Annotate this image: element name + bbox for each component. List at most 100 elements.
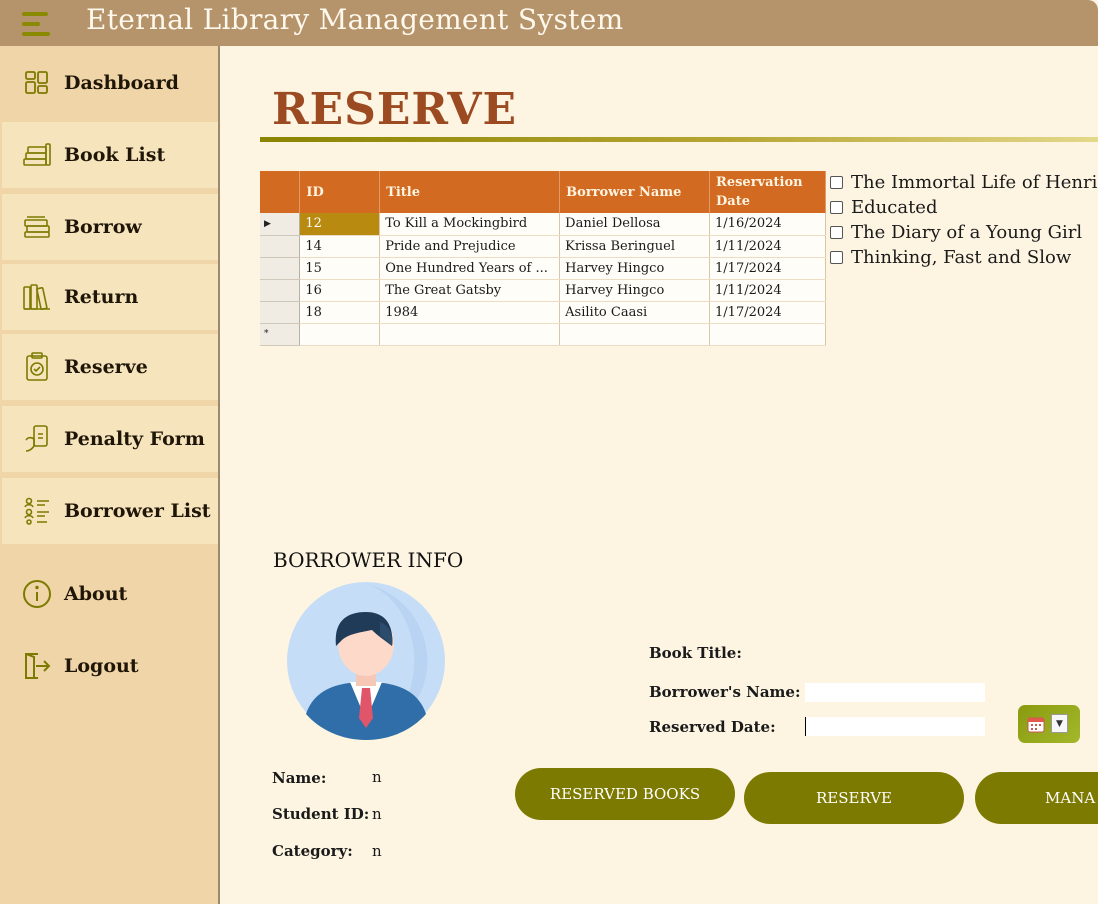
checklist-item-label: Educated xyxy=(851,197,938,218)
hamburger-menu-icon[interactable] xyxy=(22,11,52,37)
grid-cell[interactable]: Harvey Hingco xyxy=(559,257,711,280)
sidebar-item-borrow[interactable]: Borrow xyxy=(2,194,218,260)
info-icon xyxy=(22,579,52,609)
new-row[interactable]: * xyxy=(260,323,826,346)
grid-cell[interactable]: 14 xyxy=(299,235,381,258)
grid-cell[interactable]: Pride and Prejudice xyxy=(379,235,561,258)
row-header[interactable] xyxy=(260,257,301,280)
sidebar-item-borrower-list[interactable]: Borrower List xyxy=(2,478,218,544)
sidebar-item-logout[interactable]: Logout xyxy=(2,633,218,699)
grid-cell[interactable]: 1/17/2024 xyxy=(709,257,826,280)
avatar xyxy=(284,582,448,740)
table-row[interactable]: 14 Pride and Prejudice Krissa Beringuel … xyxy=(260,235,826,258)
table-row[interactable]: 16 The Great Gatsby Harvey Hingco 1/11/2… xyxy=(260,279,826,302)
grid-cell[interactable] xyxy=(559,323,711,346)
borrower-info-title: BORROWER INFO xyxy=(273,548,464,572)
table-row[interactable]: 18 1984 Asilito Caasi 1/17/2024 xyxy=(260,301,826,324)
student-id-label: Student ID: xyxy=(272,805,370,823)
current-row-indicator-icon[interactable]: ▶ xyxy=(260,213,301,236)
checkbox[interactable] xyxy=(830,226,843,239)
checklist-item[interactable]: The Immortal Life of Henriet xyxy=(830,170,1098,195)
checkbox[interactable] xyxy=(830,176,843,189)
reserved-date-label: Reserved Date: xyxy=(649,718,776,736)
book-stack-icon xyxy=(22,140,52,170)
name-value: n xyxy=(372,768,382,786)
grid-cell[interactable] xyxy=(709,323,826,346)
grid-cell[interactable]: 15 xyxy=(299,257,381,280)
grid-cell[interactable]: 12 xyxy=(299,213,381,236)
grid-cell[interactable]: Asilito Caasi xyxy=(559,301,711,324)
borrower-name-label: Borrower's Name: xyxy=(649,683,801,701)
checkbox[interactable] xyxy=(830,251,843,264)
checklist-item[interactable]: The Diary of a Young Girl xyxy=(830,220,1098,245)
sidebar-item-label: Borrower List xyxy=(64,500,211,522)
table-row[interactable]: 15 One Hundred Years of ... Harvey Hingc… xyxy=(260,257,826,280)
sidebar-item-label: Reserve xyxy=(64,356,148,378)
reservations-grid[interactable]: ID Title Borrower Name Reservation Date … xyxy=(260,171,826,346)
sidebar-item-label: Return xyxy=(64,286,139,308)
column-header-reservation-date[interactable]: Reservation Date xyxy=(709,171,826,213)
grid-cell[interactable]: Daniel Dellosa xyxy=(559,213,711,236)
book-title-label: Book Title: xyxy=(649,644,742,662)
grid-cell[interactable]: One Hundred Years of ... xyxy=(379,257,561,280)
grid-cell[interactable]: 1/11/2024 xyxy=(709,279,826,302)
checklist-item-label: Thinking, Fast and Slow xyxy=(851,247,1072,268)
row-header[interactable] xyxy=(260,301,301,324)
category-value: n xyxy=(372,842,382,860)
category-label: Category: xyxy=(272,842,353,860)
grid-cell[interactable]: 1/17/2024 xyxy=(709,301,826,324)
grid-cell[interactable]: Harvey Hingco xyxy=(559,279,711,302)
grid-cell[interactable]: The Great Gatsby xyxy=(379,279,561,302)
grid-cell[interactable]: To Kill a Mockingbird xyxy=(379,213,561,236)
sidebar-item-dashboard[interactable]: Dashboard xyxy=(2,50,218,116)
table-row[interactable]: ▶ 12 To Kill a Mockingbird Daniel Dellos… xyxy=(260,213,826,236)
sidebar-item-label: Dashboard xyxy=(64,72,179,94)
books-icon xyxy=(22,212,52,242)
app-title: Eternal Library Management System xyxy=(86,3,624,36)
grid-cell[interactable]: 1984 xyxy=(379,301,561,324)
new-row-marker[interactable]: * xyxy=(260,323,301,346)
sidebar-item-label: Borrow xyxy=(64,216,142,238)
date-picker-button[interactable]: ▼ xyxy=(1018,705,1080,743)
column-header-borrower-name[interactable]: Borrower Name xyxy=(559,171,711,213)
bookshelf-icon xyxy=(22,282,52,312)
sidebar-item-penalty-form[interactable]: Penalty Form xyxy=(2,406,218,472)
sidebar-item-book-list[interactable]: Book List xyxy=(2,122,218,188)
chevron-down-icon[interactable]: ▼ xyxy=(1051,714,1068,733)
sidebar: Dashboard Book List Borrow Return Reserv… xyxy=(0,46,220,904)
column-header-id[interactable]: ID xyxy=(299,171,381,213)
grid-cell[interactable]: 16 xyxy=(299,279,381,302)
row-header[interactable] xyxy=(260,235,301,258)
manage-button[interactable]: MANA xyxy=(975,772,1098,824)
grid-cell[interactable]: Krissa Beringuel xyxy=(559,235,711,258)
clipboard-check-icon xyxy=(22,352,52,382)
borrower-name-input[interactable] xyxy=(805,683,985,702)
name-label: Name: xyxy=(272,769,327,787)
page-title: RESERVE xyxy=(272,84,518,135)
sidebar-item-reserve[interactable]: Reserve xyxy=(2,334,218,400)
grid-cell[interactable] xyxy=(299,323,381,346)
logout-icon xyxy=(22,651,52,681)
title-divider xyxy=(260,137,1098,142)
grid-cell[interactable] xyxy=(379,323,561,346)
sidebar-item-about[interactable]: About xyxy=(2,561,218,627)
grid-cell[interactable]: 1/11/2024 xyxy=(709,235,826,258)
main-panel: RESERVE ID Title Borrower Name Reservati… xyxy=(222,46,1098,904)
row-header-corner xyxy=(260,171,301,213)
reserved-date-input[interactable] xyxy=(805,717,985,736)
people-list-icon xyxy=(22,496,52,526)
column-header-title[interactable]: Title xyxy=(379,171,561,213)
reserved-books-button[interactable]: RESERVED BOOKS xyxy=(515,768,735,820)
checkbox[interactable] xyxy=(830,201,843,214)
student-id-value: n xyxy=(372,805,382,823)
hand-phone-icon xyxy=(22,424,52,454)
grid-cell[interactable]: 1/16/2024 xyxy=(709,213,826,236)
checklist-item[interactable]: Thinking, Fast and Slow xyxy=(830,245,1098,270)
reserve-button[interactable]: RESERVE xyxy=(744,772,964,824)
sidebar-item-label: Book List xyxy=(64,144,166,166)
checklist-item[interactable]: Educated xyxy=(830,195,1098,220)
grid-header-row: ID Title Borrower Name Reservation Date xyxy=(260,171,826,213)
row-header[interactable] xyxy=(260,279,301,302)
sidebar-item-return[interactable]: Return xyxy=(2,264,218,330)
grid-cell[interactable]: 18 xyxy=(299,301,381,324)
